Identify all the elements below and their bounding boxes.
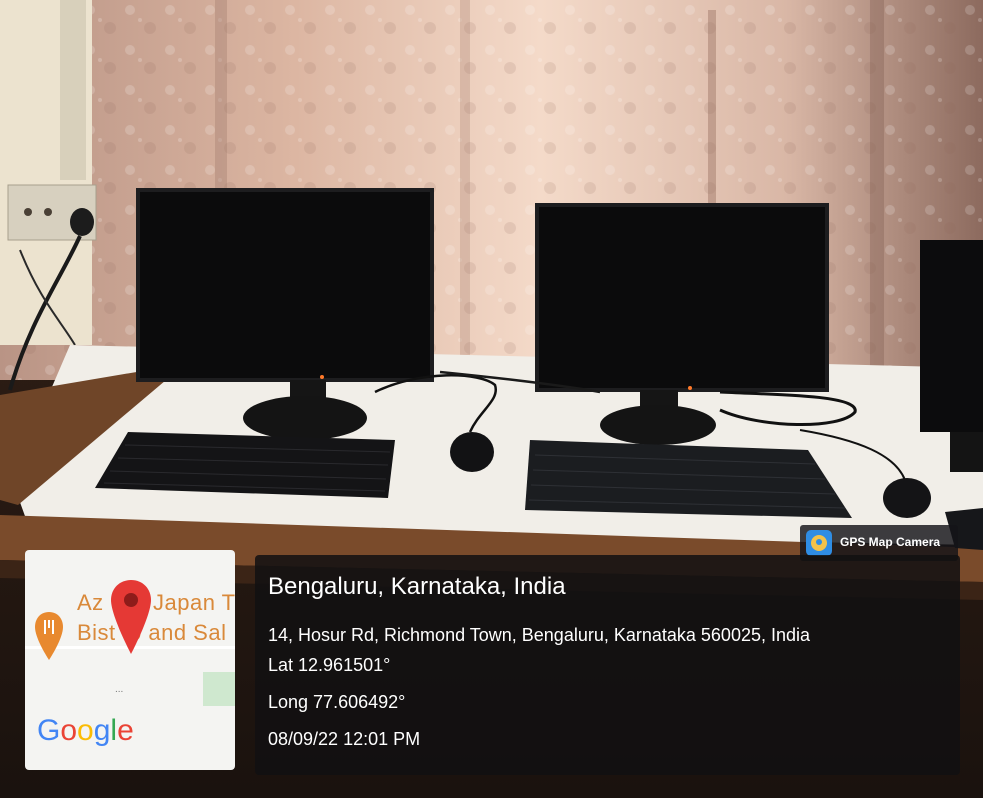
power-socket-hole <box>24 208 32 216</box>
longitude-text: Long 77.606492° <box>268 692 406 712</box>
badge-label: GPS Map Camera <box>840 535 941 549</box>
power-socket-hole <box>44 208 52 216</box>
monitor-left-base <box>243 396 367 440</box>
timestamp-text: 08/09/22 12:01 PM <box>268 729 421 749</box>
location-address: 14, Hosur Rd, Richmond Town, Bengaluru, … <box>268 625 811 645</box>
mouse-right <box>883 478 931 518</box>
restaurant-icon <box>35 612 63 660</box>
mouse-left <box>450 432 494 472</box>
monitor-right-base <box>600 405 716 445</box>
gps-map-camera-app-icon <box>806 530 832 556</box>
location-info-panel: Bengaluru, Karnataka, India 14, Hosur Rd… <box>255 555 960 775</box>
keyboard-left <box>95 432 395 498</box>
monitor-right-screen <box>535 203 829 392</box>
monitor-left-power-led <box>320 375 324 379</box>
curtain-fold <box>460 0 470 360</box>
power-plug <box>70 208 94 236</box>
map-park-area <box>203 672 235 706</box>
map-poi-label-line1-start: Az <box>77 590 104 615</box>
monitor-right-power-led <box>688 386 692 390</box>
google-logo: Google <box>37 714 134 747</box>
curtain-fold <box>870 0 884 370</box>
location-title: Bengaluru, Karnataka, India <box>268 573 566 600</box>
monitor-left-screen <box>136 188 434 382</box>
map-poi-label-line1-end: Japan T <box>153 590 235 615</box>
map-pin-icon <box>111 580 151 654</box>
window-frame <box>60 0 86 180</box>
monitor-partial-screen <box>920 240 983 432</box>
latitude-text: Lat 12.961501° <box>268 655 391 675</box>
map-thumbnail[interactable]: Az Japan T Bist o and Sal ... Google <box>25 550 235 770</box>
keyboard-right <box>525 440 852 518</box>
monitor-partial-stand <box>950 432 983 472</box>
map-ellipsis: ... <box>115 684 124 695</box>
